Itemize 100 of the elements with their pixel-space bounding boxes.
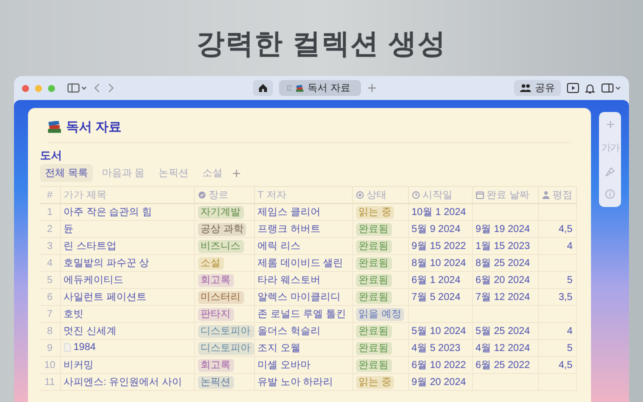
genre-tag: 논픽션 [198, 376, 234, 388]
add-icon[interactable] [606, 120, 614, 129]
date-cell: 1월 15 2023 [476, 241, 530, 252]
author-cell: 올더스 헉슬리 [258, 326, 320, 337]
date-cell: 9월 15 2022 [412, 241, 466, 252]
row-number: 4 [46, 258, 53, 268]
rating-cell: 4 [566, 326, 572, 336]
info-icon[interactable] [605, 189, 615, 199]
date-cell: 7월 12 2024 [476, 292, 530, 303]
date-cell: 5월 9 2024 [412, 224, 460, 235]
row-number: 8 [46, 326, 53, 336]
author-cell: 알렉스 마이클리디 [258, 292, 340, 303]
row-number: 11 [44, 376, 55, 388]
date-cell: 6월 10 2022 [412, 360, 466, 371]
status-tag: 읽을 예정 [356, 308, 404, 320]
status-tag: 완료됨 [356, 290, 392, 304]
browser-tab[interactable]: 독서 자료 [278, 80, 360, 96]
view-tab[interactable]: 전체 목록 [40, 164, 93, 182]
clock-icon [412, 191, 420, 199]
forward-icon[interactable] [107, 83, 115, 93]
genre-tag: 자기계발 [198, 206, 244, 218]
genre-tag: 판타지 [198, 308, 234, 320]
status-tag: 완료됨 [356, 274, 392, 286]
headline: 강력한 컬렉션 생성 [196, 27, 446, 61]
genre-tag: 디스토피아 [198, 324, 253, 338]
date-cell: 6월 25 2022 [476, 360, 530, 371]
status-tag: 완료됨 [356, 240, 392, 252]
date-cell: 9월 20 2024 [412, 377, 466, 388]
row-number: 5 [46, 274, 53, 286]
database-title: 도서 [40, 149, 63, 164]
add-view-icon[interactable] [232, 168, 241, 178]
status-tag: 읽는 중 [356, 206, 394, 218]
status-tag: 완료됨 [356, 256, 392, 270]
date-cell: 4월 12 2024 [476, 343, 530, 354]
title-cell[interactable]: 린 스타트업 [64, 239, 116, 253]
status-icon [356, 191, 364, 199]
title-cell[interactable]: 호빗 [64, 307, 84, 321]
row-number: 2 [46, 224, 53, 234]
person-icon [542, 191, 550, 199]
column-type-glyph: T [258, 190, 264, 200]
title-cell[interactable]: 사일런트 페이션트 [64, 290, 146, 304]
title-cell[interactable]: 비커밍 [64, 358, 94, 372]
date-cell: 7월 5 2024 [412, 292, 460, 303]
author-cell: 제임스 클리어 [258, 207, 320, 218]
sidebar-toggle-icon[interactable] [67, 83, 87, 93]
rating-cell: 5 [566, 342, 572, 354]
sidebar-right-icon[interactable] [601, 83, 621, 93]
bell-icon[interactable] [585, 82, 595, 94]
genre-tag: 소설 [198, 256, 224, 270]
home-icon [258, 83, 268, 93]
genre-tag: 공상 과학 [198, 222, 246, 236]
date-cell: 8월 25 2024 [476, 258, 530, 269]
status-tag: 완료됨 [356, 342, 392, 354]
author-cell: 프랭크 허버트 [258, 224, 320, 235]
date-cell: 4월 5 2023 [412, 343, 460, 354]
tab-title: 독서 자료 [308, 82, 350, 95]
title-cell[interactable]: 멋진 신세계 [64, 324, 116, 338]
status-tag: 완료됨 [356, 222, 392, 236]
row-number: 3 [46, 240, 53, 252]
minimize-button[interactable] [35, 84, 42, 92]
calendar-icon [476, 191, 484, 199]
row-number: 7 [46, 308, 53, 320]
rating-cell: 4 [566, 240, 572, 252]
author-cell: 조지 오웰 [258, 343, 300, 354]
rating-cell: 5 [566, 274, 572, 286]
row-number: 9 [46, 342, 53, 354]
title-cell[interactable]: 사피엔스: 유인원에서 사이 [64, 375, 182, 389]
row-number: 6 [46, 292, 53, 302]
date-cell: 10월 1 2024 [412, 207, 466, 218]
back-icon[interactable] [93, 83, 101, 93]
brush-icon[interactable] [605, 167, 615, 177]
genre-tag: 비즈니스 [198, 240, 244, 252]
title-cell[interactable]: 아주 작은 습관의 힘 [64, 205, 152, 219]
people-icon [520, 84, 531, 92]
author-cell: 존 로널드 루엘 톨킨 [258, 309, 346, 320]
rating-cell: 3,5 [558, 292, 572, 302]
title-cell[interactable]: 에듀케이티드 [64, 273, 124, 287]
title-cell[interactable]: 듄 [64, 222, 74, 236]
list-icon [198, 191, 206, 199]
title-cell[interactable]: 호밀밭의 파수꾼 상 [64, 256, 150, 270]
checkbox-icon [286, 84, 292, 92]
date-cell: 5월 25 2024 [476, 326, 530, 337]
genre-tag: 미스터리 [198, 290, 244, 304]
date-cell: 6월 20 2024 [476, 275, 530, 286]
close-button[interactable] [22, 84, 29, 92]
title-cell[interactable]: 1984 [74, 342, 96, 354]
books-icon [48, 121, 61, 133]
share-button[interactable]: 공유 [514, 80, 561, 96]
zoom-button[interactable] [48, 84, 55, 92]
genre-tag: 회고록 [198, 274, 234, 286]
new-tab-icon[interactable] [366, 83, 376, 93]
author-cell: 타라 웨스토버 [258, 275, 320, 286]
column-type-glyph: 가가 [64, 189, 84, 202]
row-number: 1 [46, 206, 53, 218]
play-icon[interactable] [567, 83, 579, 93]
date-cell: 9월 19 2024 [476, 224, 530, 235]
genre-tag: 디스토피아 [198, 342, 253, 354]
home-button[interactable] [252, 80, 272, 96]
status-tag: 완료됨 [356, 324, 392, 338]
author-cell: 미셸 오바마 [258, 360, 310, 371]
